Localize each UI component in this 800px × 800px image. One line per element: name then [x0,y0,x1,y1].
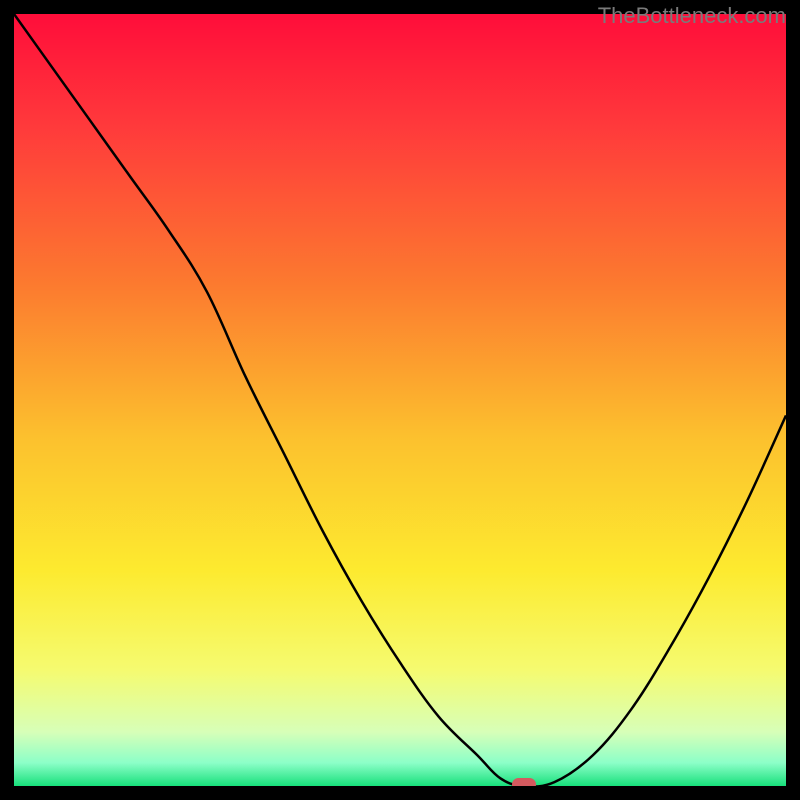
watermark-text: TheBottleneck.com [598,3,786,29]
minimum-marker [512,778,536,787]
bottleneck-curve [14,14,786,786]
plot-area [14,14,786,786]
